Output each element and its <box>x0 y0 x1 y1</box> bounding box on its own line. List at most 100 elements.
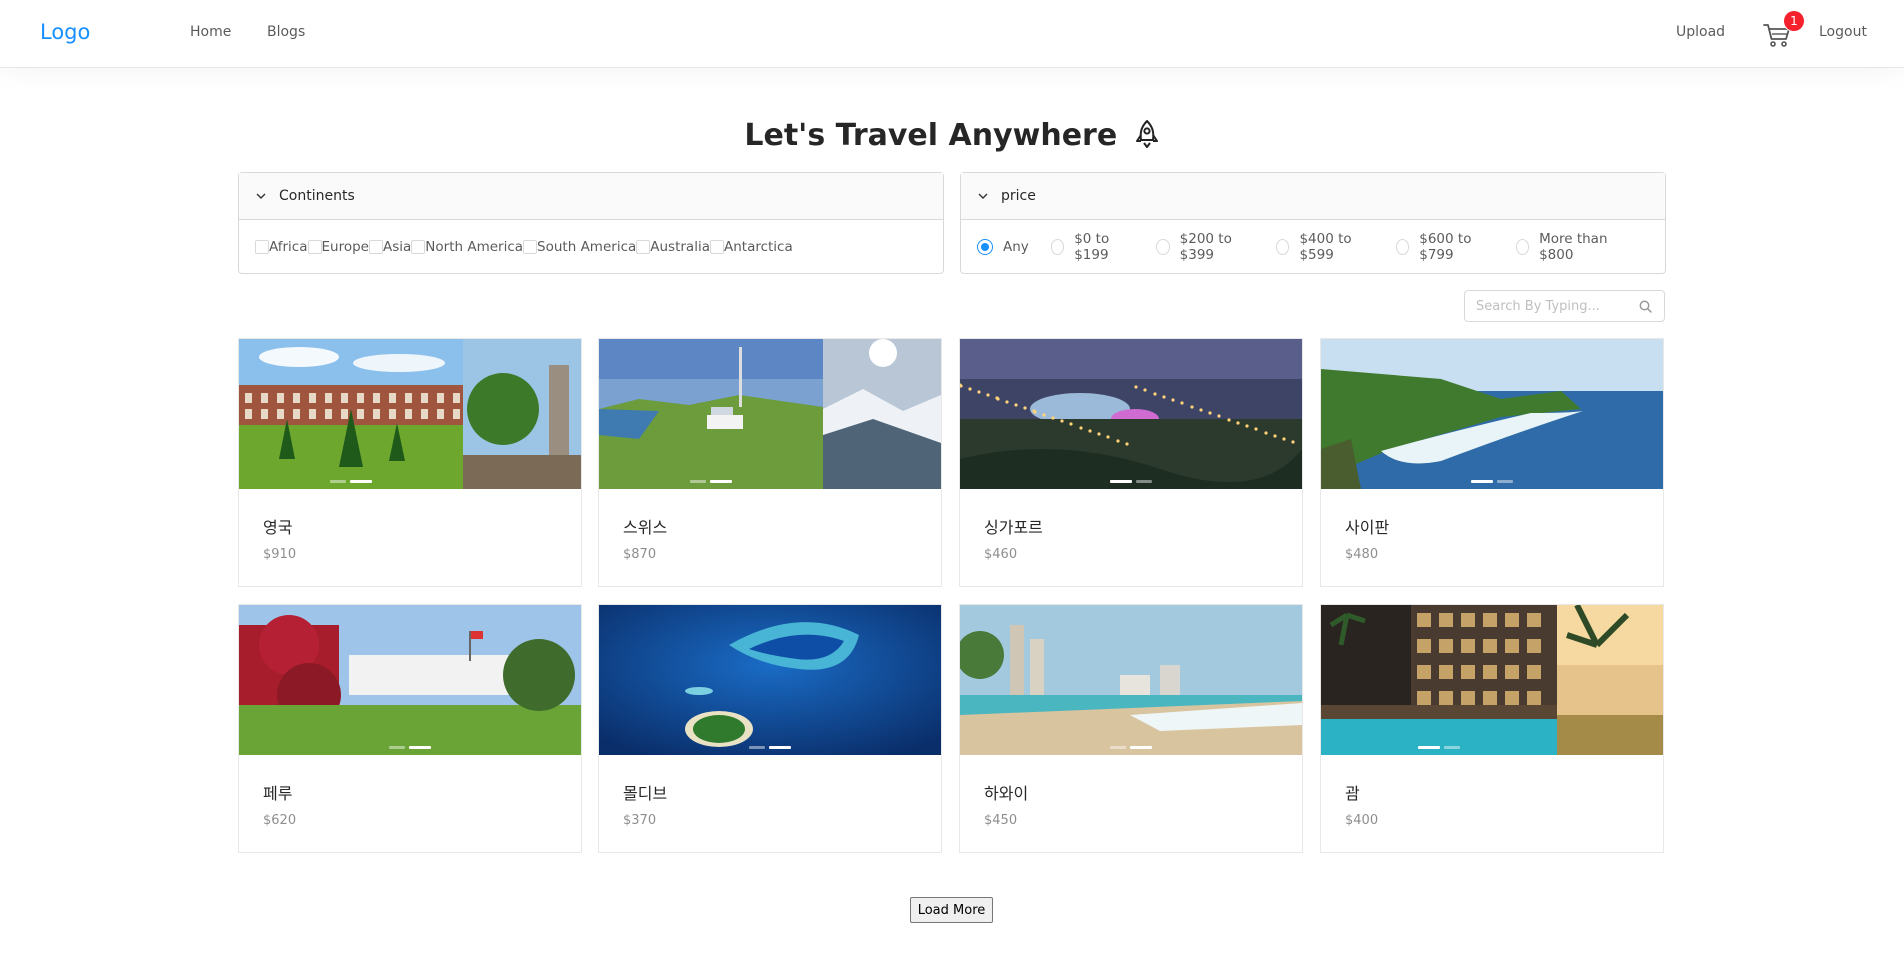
product-image-carousel[interactable] <box>599 339 941 489</box>
radio-button[interactable] <box>1395 238 1410 255</box>
page-title: Let's Travel Anywhere <box>0 118 1904 153</box>
next-slide-photo <box>463 339 581 489</box>
load-more-button[interactable]: Load More <box>910 897 993 923</box>
carousel-dots <box>960 746 1302 749</box>
product-card[interactable]: 페루 $620 <box>238 604 582 853</box>
product-photo <box>960 339 1302 489</box>
carousel-dot[interactable] <box>330 480 346 483</box>
product-image-carousel[interactable] <box>599 605 941 755</box>
price-radio-0[interactable]: Any <box>977 238 1029 255</box>
product-title: 괌 <box>1345 784 1360 803</box>
nav-link-home[interactable]: Home <box>190 24 231 40</box>
carousel-dot[interactable] <box>690 480 706 483</box>
product-card[interactable]: 하와이 $450 <box>959 604 1303 853</box>
checkbox[interactable] <box>709 239 724 254</box>
radio-button[interactable] <box>1276 238 1290 255</box>
carousel-dot[interactable] <box>710 480 732 483</box>
cart-button[interactable]: 1 <box>1762 11 1804 52</box>
continent-checkbox-north-america[interactable]: North America <box>411 239 523 255</box>
checkbox[interactable] <box>411 239 426 254</box>
checkbox-label: Asia <box>383 238 412 255</box>
logo[interactable]: Logo <box>40 20 90 44</box>
product-price: $910 <box>263 547 297 562</box>
radio-button[interactable] <box>1515 238 1530 255</box>
search-box <box>1464 290 1665 322</box>
carousel-dots <box>599 480 823 483</box>
carousel-dot[interactable] <box>749 746 765 749</box>
product-image-carousel[interactable] <box>960 605 1302 755</box>
product-card[interactable]: 스위스 $870 <box>598 338 942 587</box>
price-radio-2[interactable]: $200 to $399 <box>1156 231 1254 263</box>
price-radio-1[interactable]: $0 to $199 <box>1050 231 1134 263</box>
continent-checkbox-australia[interactable]: Australia <box>636 239 710 255</box>
product-card[interactable]: 싱가포르 $460 <box>959 338 1303 587</box>
radio-label: $600 to $799 <box>1419 230 1472 263</box>
price-panel-header[interactable]: price <box>961 173 1665 220</box>
carousel-dot[interactable] <box>350 480 372 483</box>
product-image-carousel[interactable] <box>1321 605 1663 755</box>
continent-checkbox-south-america[interactable]: South America <box>523 239 636 255</box>
chevron-down-icon <box>978 193 988 199</box>
continent-checkbox-antarctica[interactable]: Antarctica <box>709 238 793 255</box>
carousel-dot[interactable] <box>1471 480 1493 483</box>
product-photo <box>239 339 463 489</box>
radio-label: $200 to $399 <box>1179 230 1232 263</box>
carousel-dot[interactable] <box>1136 480 1152 483</box>
carousel-dot[interactable] <box>409 746 431 749</box>
price-radio-5[interactable]: More than $800 <box>1515 231 1627 263</box>
product-title: 싱가포르 <box>984 518 1043 537</box>
carousel-dot[interactable] <box>1444 746 1460 749</box>
carousel-dot[interactable] <box>389 746 405 749</box>
product-image-carousel[interactable] <box>239 339 581 489</box>
continents-panel-header[interactable]: Continents <box>239 173 943 220</box>
checkbox[interactable] <box>307 239 322 254</box>
checkbox[interactable] <box>523 239 538 254</box>
product-image-carousel[interactable] <box>960 339 1302 489</box>
rocket-icon <box>1135 120 1158 148</box>
continent-checkbox-africa[interactable]: Africa <box>255 239 308 255</box>
checkbox-label: Africa <box>269 238 308 255</box>
product-card[interactable]: 사이판 $480 <box>1320 338 1664 587</box>
radio-button[interactable] <box>977 238 993 255</box>
price-radio-3[interactable]: $400 to $599 <box>1276 231 1374 263</box>
continents-filter-panel: Continents Africa Europe Asia North America… <box>238 172 944 274</box>
carousel-dots <box>1321 480 1663 483</box>
continent-checkbox-europe[interactable]: Europe <box>307 239 369 255</box>
page-title-text: Let's Travel Anywhere <box>744 118 1118 153</box>
carousel-dot[interactable] <box>1418 746 1440 749</box>
product-card[interactable]: 괌 $400 <box>1320 604 1664 853</box>
product-card[interactable]: 몰디브 $370 <box>598 604 942 853</box>
radio-button[interactable] <box>1156 238 1170 255</box>
nav-link-upload[interactable]: Upload <box>1676 24 1725 40</box>
carousel-dots <box>599 746 941 749</box>
cart-count-badge: 1 <box>1784 11 1804 31</box>
checkbox-label: Australia <box>650 238 710 255</box>
carousel-dots <box>1321 746 1557 749</box>
checkbox[interactable] <box>369 239 383 254</box>
radio-button[interactable] <box>1050 238 1065 255</box>
carousel-dot[interactable] <box>1497 480 1513 483</box>
product-image-carousel[interactable] <box>239 605 581 755</box>
product-price: $870 <box>623 547 657 562</box>
nav-link-logout[interactable]: Logout <box>1819 24 1867 40</box>
product-price: $450 <box>984 813 1018 828</box>
product-card[interactable]: 영국 $910 <box>238 338 582 587</box>
product-price: $480 <box>1345 547 1379 562</box>
carousel-dot[interactable] <box>1110 480 1132 483</box>
carousel-dot[interactable] <box>1130 746 1152 749</box>
carousel-dot[interactable] <box>769 746 791 749</box>
checkbox[interactable] <box>255 239 269 254</box>
search-input[interactable] <box>1465 291 1625 321</box>
nav-link-blogs[interactable]: Blogs <box>267 24 305 40</box>
carousel-dot[interactable] <box>1110 746 1126 749</box>
search-icon[interactable] <box>1639 300 1652 313</box>
price-radio-group: Any $0 to $199 $200 to $399 $400 to $599 $60… <box>961 220 1665 273</box>
product-photo <box>599 605 941 755</box>
checkbox[interactable] <box>636 239 651 254</box>
product-image-carousel[interactable] <box>1321 339 1663 489</box>
checkbox-label: Antarctica <box>723 238 793 255</box>
price-radio-4[interactable]: $600 to $799 <box>1395 230 1494 263</box>
product-price: $620 <box>263 813 297 828</box>
continent-checkbox-asia[interactable]: Asia <box>369 239 411 255</box>
carousel-dots <box>960 480 1302 483</box>
